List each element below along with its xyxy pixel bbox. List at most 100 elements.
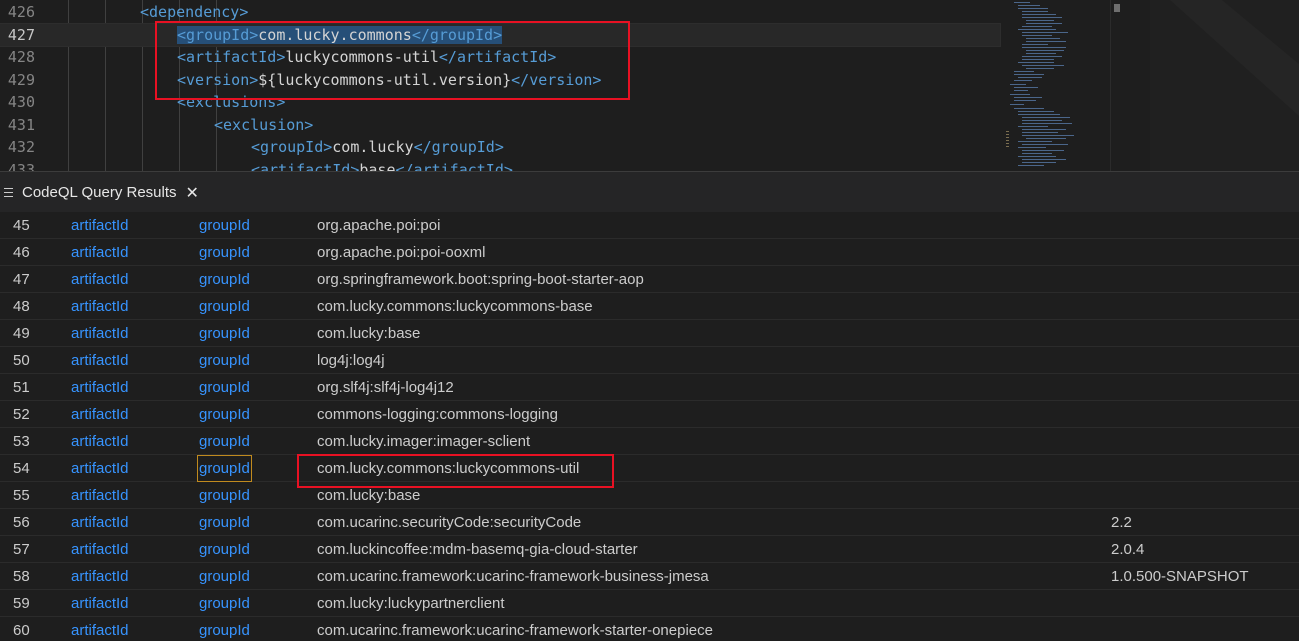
row-number: 48 — [13, 298, 30, 315]
coordinate-cell: org.slf4j:slf4j-log4j12 — [317, 379, 454, 396]
line-number: 431 — [7, 115, 35, 134]
version-cell: 2.2 — [1111, 514, 1132, 531]
coordinate-cell: com.lucky:base — [317, 325, 421, 342]
groupid-link[interactable]: groupId — [199, 563, 250, 590]
table-row[interactable]: 55 artifactId groupId com.lucky:base — [0, 482, 1299, 509]
xml-tag: <dependency> — [140, 3, 249, 21]
code-line[interactable]: 433 <artifactId>base</artifactId> — [0, 159, 1000, 172]
coordinate-cell: org.springframework.boot:spring-boot-sta… — [317, 271, 644, 288]
artifactid-link[interactable]: artifactId — [71, 212, 129, 239]
row-number: 60 — [13, 622, 30, 639]
table-row[interactable]: 56 artifactId groupId com.ucarinc.securityC… — [0, 509, 1299, 536]
groupid-link[interactable]: groupId — [199, 590, 250, 617]
coordinate-cell: commons-logging:commons-logging — [317, 406, 558, 423]
code-editor[interactable]: 426 <dependency> 427 <groupId>com.lucky.com… — [0, 0, 1299, 171]
row-number: 50 — [13, 352, 30, 369]
artifactid-link[interactable]: artifactId — [71, 320, 129, 347]
table-row[interactable]: 50 artifactId groupId log4j:log4j — [0, 347, 1299, 374]
coordinate-cell: log4j:log4j — [317, 352, 385, 369]
line-number: 429 — [7, 70, 35, 89]
row-number: 49 — [13, 325, 30, 342]
artifactid-link[interactable]: artifactId — [71, 617, 129, 641]
table-row[interactable]: 53 artifactId groupId com.lucky.imager:imag… — [0, 428, 1299, 455]
code-text: <artifactId>base</artifactId> — [251, 159, 513, 172]
groupid-link[interactable]: groupId — [199, 266, 250, 293]
table-row[interactable]: 46 artifactId groupId org.apache.poi:poi-oo… — [0, 239, 1299, 266]
groupid-link[interactable]: groupId — [199, 212, 250, 239]
close-icon[interactable]: ✕ — [186, 183, 199, 202]
xml-tag: </groupId> — [413, 138, 504, 156]
tab-codeql-query-results[interactable]: CodeQL Query Results ✕ — [0, 172, 199, 212]
coordinate-cell: org.apache.poi:poi-ooxml — [317, 244, 486, 261]
groupid-link[interactable]: groupId — [199, 347, 250, 374]
groupid-link[interactable]: groupId — [199, 509, 250, 536]
table-row[interactable]: 51 artifactId groupId org.slf4j:slf4j-log4j… — [0, 374, 1299, 401]
editor-side-area — [1150, 0, 1299, 171]
minimap[interactable] — [1000, 0, 1108, 171]
artifactid-link[interactable]: artifactId — [71, 590, 129, 617]
groupid-link[interactable]: groupId — [197, 455, 252, 482]
row-number: 53 — [13, 433, 30, 450]
table-row[interactable]: 47 artifactId groupId org.springframework.b… — [0, 266, 1299, 293]
chevron-decoration-icon — [1170, 0, 1299, 116]
table-row[interactable]: 60 artifactId groupId com.ucarinc.framework… — [0, 617, 1299, 641]
row-number: 45 — [13, 217, 30, 234]
row-number: 56 — [13, 514, 30, 531]
table-row[interactable]: 48 artifactId groupId com.lucky.commons:luc… — [0, 293, 1299, 320]
coordinate-cell: com.lucky:luckypartnerclient — [317, 595, 505, 612]
table-row[interactable]: 49 artifactId groupId com.lucky:base — [0, 320, 1299, 347]
groupid-link[interactable]: groupId — [199, 482, 250, 509]
groupid-link[interactable]: groupId — [199, 374, 250, 401]
table-row[interactable]: 52 artifactId groupId commons-logging:commo… — [0, 401, 1299, 428]
editor-vertical-scrollbar[interactable] — [1110, 0, 1125, 171]
code-line[interactable]: 432 <groupId>com.lucky</groupId> — [0, 136, 1000, 158]
minimap-preview — [1006, 2, 1074, 166]
artifactid-link[interactable]: artifactId — [71, 293, 129, 320]
list-icon — [4, 182, 18, 202]
query-results-table: 45 artifactId groupId org.apache.poi:poi 46 a… — [0, 212, 1299, 641]
highlight-box-result — [297, 454, 614, 488]
artifactid-link[interactable]: artifactId — [71, 374, 129, 401]
scrollbar-thumb[interactable] — [1114, 4, 1120, 12]
groupid-link[interactable]: groupId — [199, 239, 250, 266]
code-text: <exclusion> — [214, 114, 313, 136]
artifactid-link[interactable]: artifactId — [71, 347, 129, 374]
version-cell: 1.0.500-SNAPSHOT — [1111, 568, 1249, 585]
code-line[interactable]: 426 <dependency> — [0, 1, 1000, 23]
groupid-link[interactable]: groupId — [199, 320, 250, 347]
table-row[interactable]: 57 artifactId groupId com.luckincoffee:mdm-… — [0, 536, 1299, 563]
xml-text: com.lucky — [332, 138, 414, 156]
artifactid-link[interactable]: artifactId — [71, 428, 129, 455]
code-line[interactable]: 431 <exclusion> — [0, 114, 1000, 136]
row-number: 54 — [13, 460, 30, 477]
line-number: 426 — [7, 3, 35, 21]
artifactid-link[interactable]: artifactId — [71, 482, 129, 509]
groupid-link[interactable]: groupId — [199, 293, 250, 320]
xml-tag: </artifactId> — [395, 160, 513, 172]
groupid-link[interactable]: groupId — [199, 536, 250, 563]
artifactid-link[interactable]: artifactId — [71, 509, 129, 536]
artifactid-link[interactable]: artifactId — [71, 563, 129, 590]
artifactid-link[interactable]: artifactId — [71, 401, 129, 428]
artifactid-link[interactable]: artifactId — [71, 455, 129, 482]
table-row[interactable]: 58 artifactId groupId com.ucarinc.framework… — [0, 563, 1299, 590]
artifactid-link[interactable]: artifactId — [71, 239, 129, 266]
table-row[interactable]: 59 artifactId groupId com.lucky:luckypartne… — [0, 590, 1299, 617]
table-row[interactable]: 54 artifactId groupId com.lucky.commons:luc… — [0, 455, 1299, 482]
xml-tag: <groupId> — [251, 138, 333, 156]
xml-tag: <exclusion> — [214, 115, 314, 134]
row-number: 57 — [13, 541, 30, 558]
groupid-link[interactable]: groupId — [199, 428, 250, 455]
coordinate-cell: com.lucky.commons:luckycommons-base — [317, 298, 593, 315]
coordinate-cell: org.apache.poi:poi — [317, 217, 441, 234]
line-number: 428 — [7, 48, 35, 66]
artifactid-link[interactable]: artifactId — [71, 536, 129, 563]
groupid-link[interactable]: groupId — [199, 617, 250, 641]
groupid-link[interactable]: groupId — [199, 401, 250, 428]
row-number: 59 — [13, 595, 30, 612]
artifactid-link[interactable]: artifactId — [71, 266, 129, 293]
table-row[interactable]: 45 artifactId groupId org.apache.poi:poi — [0, 212, 1299, 239]
line-number: 427 — [7, 25, 35, 44]
xml-text: base — [359, 160, 396, 172]
row-number: 51 — [13, 379, 30, 396]
